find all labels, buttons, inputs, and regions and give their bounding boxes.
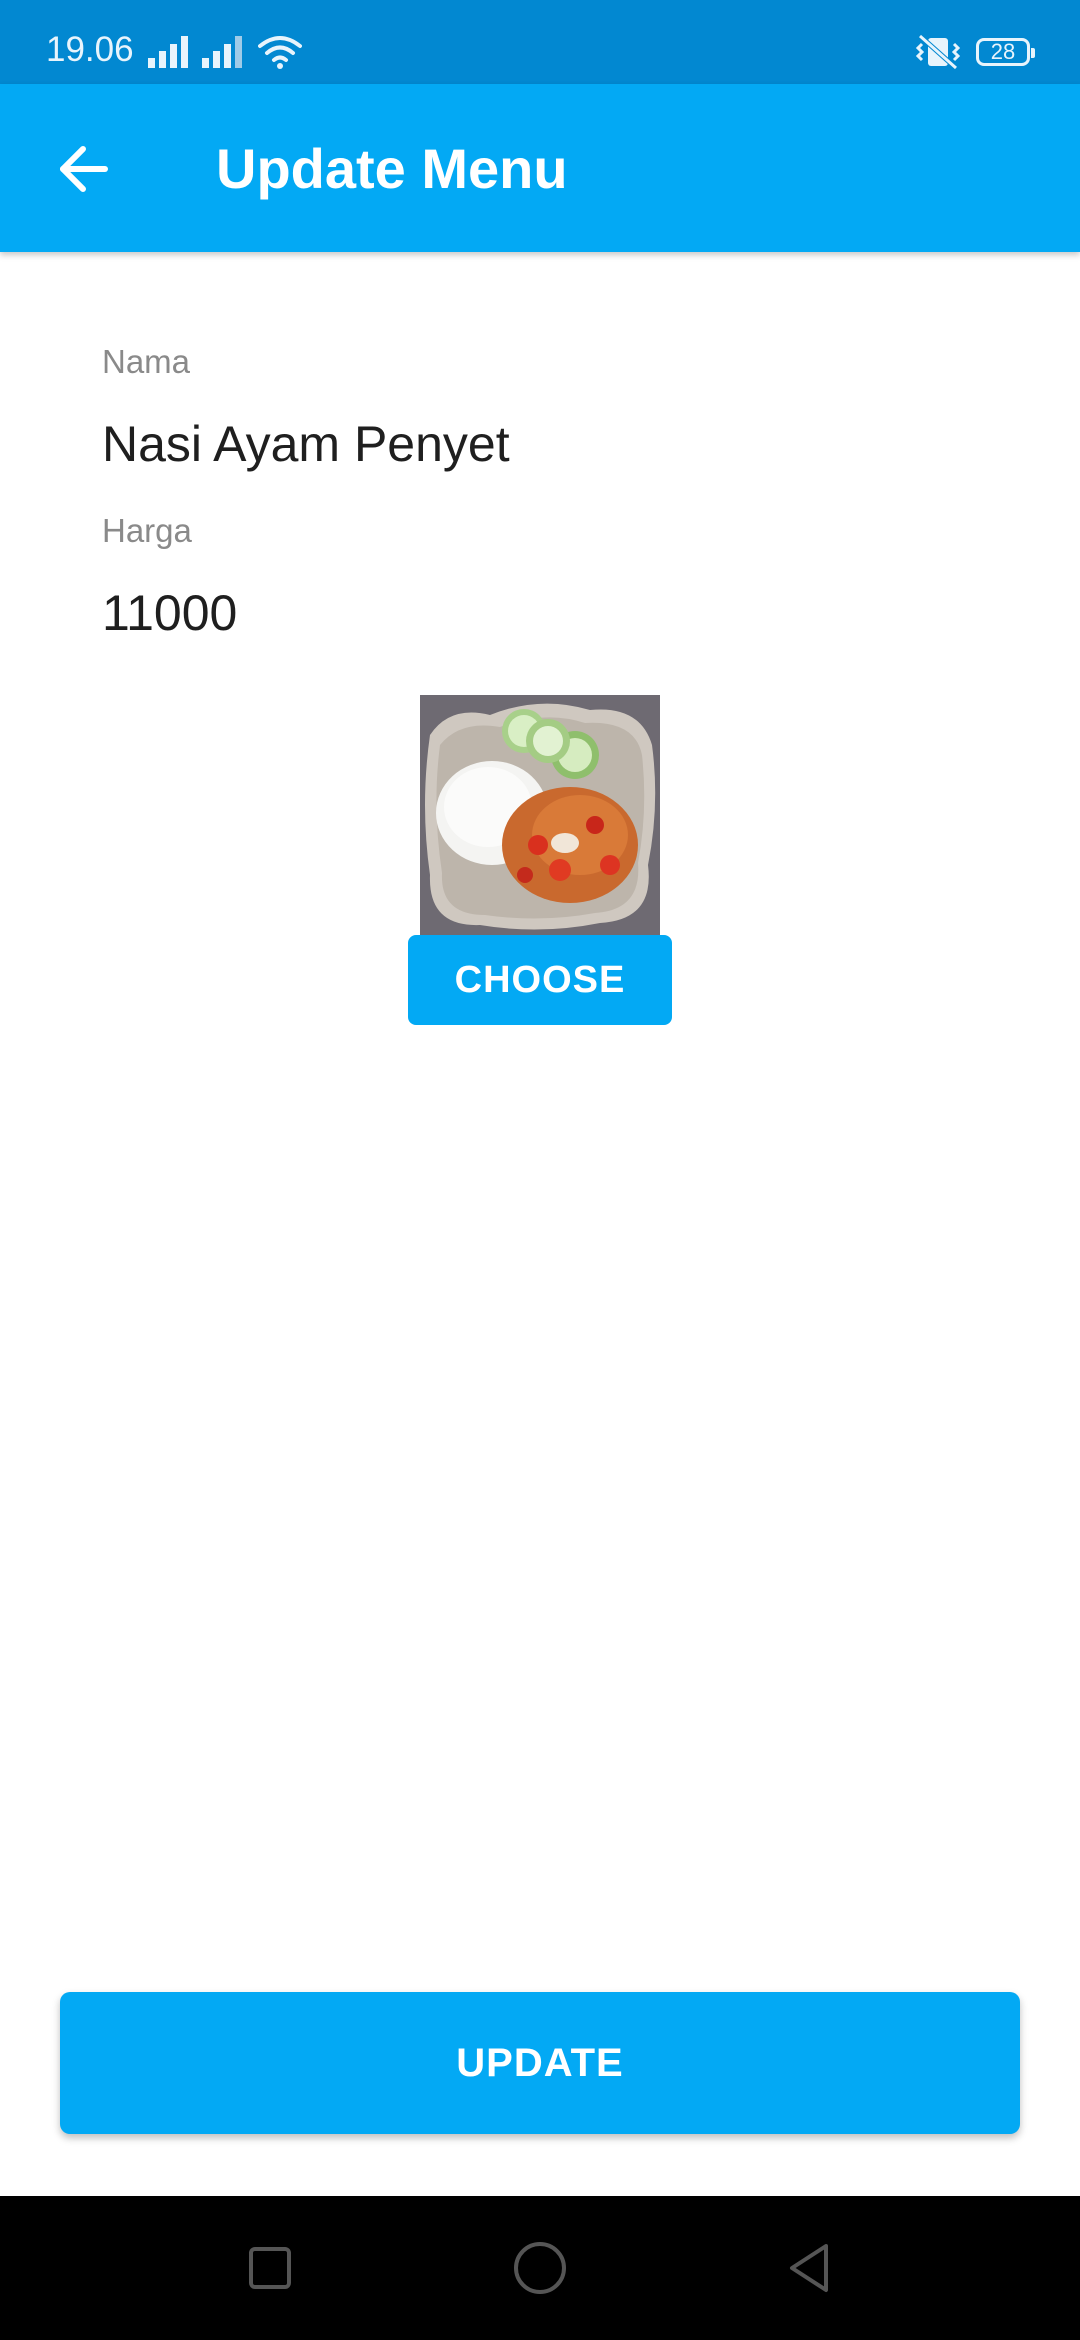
name-label: Nama bbox=[102, 343, 191, 380]
update-button[interactable]: UPDATE bbox=[60, 1992, 1020, 2134]
recent-apps-icon[interactable] bbox=[238, 2236, 302, 2300]
vibrate-icon bbox=[915, 34, 961, 70]
page-title: Update Menu bbox=[216, 137, 568, 200]
battery-icon: 28 bbox=[976, 38, 1035, 66]
wifi-icon bbox=[258, 36, 302, 69]
home-icon[interactable] bbox=[508, 2236, 572, 2300]
back-button[interactable] bbox=[40, 134, 126, 204]
system-nav-bar bbox=[0, 2196, 1080, 2340]
status-bar: 19.06 28 bbox=[0, 0, 1080, 84]
name-field[interactable]: Nasi Ayam Penyet bbox=[102, 415, 510, 473]
battery-level: 28 bbox=[990, 39, 1016, 64]
choose-image-button[interactable]: CHOOSE bbox=[408, 935, 672, 1025]
back-icon[interactable] bbox=[778, 2236, 842, 2300]
food-photo bbox=[420, 695, 660, 935]
status-time: 19.06 bbox=[46, 30, 134, 69]
app-bar: Update Menu bbox=[0, 84, 1080, 252]
signal-icon bbox=[202, 36, 242, 68]
price-label: Harga bbox=[102, 512, 192, 549]
signal-icon bbox=[148, 36, 188, 68]
price-field[interactable]: 11000 bbox=[102, 584, 237, 642]
arrow-back-icon bbox=[60, 146, 108, 192]
